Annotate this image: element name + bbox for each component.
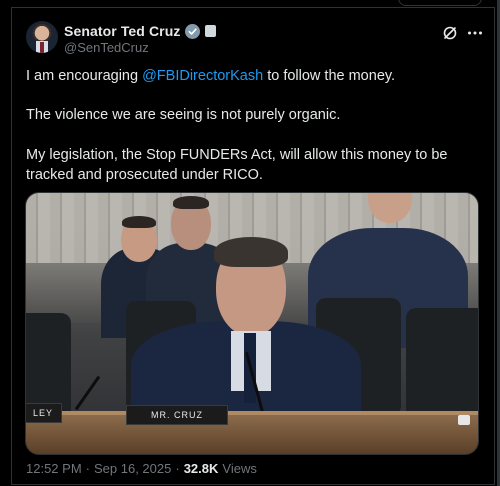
- top-tab-edge: [398, 0, 482, 6]
- mention-link[interactable]: @FBIDirectorKash: [142, 68, 263, 84]
- post-text-paragraph-2: The violence we are seeing is not purely…: [26, 107, 341, 123]
- author-handle[interactable]: @SenTedCruz: [64, 40, 149, 55]
- grok-icon[interactable]: [441, 24, 459, 42]
- author-name[interactable]: Senator Ted Cruz: [64, 23, 180, 39]
- more-options-icon[interactable]: [466, 24, 484, 42]
- author-name-row: Senator Ted Cruz: [64, 22, 217, 40]
- views-label: Views: [222, 461, 257, 476]
- post-text-paragraph-1: I am encouraging @FBIDirectorKash to fol…: [26, 66, 466, 86]
- hearing-desk: [26, 415, 478, 454]
- meta-separator: ·: [85, 461, 90, 476]
- post-text-p1-prefix: I am encouraging: [26, 68, 143, 84]
- nameplate-main: MR. CRUZ: [126, 405, 228, 425]
- post-metadata: 12:52 PM · Sep 16, 2025 · 32.8K Views: [26, 461, 257, 476]
- avatar-tie: [40, 42, 44, 53]
- post-text-p3-line1: My legislation, the Stop FUNDERs Act, wi…: [26, 147, 448, 163]
- post-text-paragraph-3: My legislation, the Stop FUNDERs Act, wi…: [26, 145, 466, 185]
- chair-far-right: [406, 308, 478, 418]
- meta-separator: ·: [175, 461, 180, 476]
- government-badge-icon: [205, 25, 217, 37]
- post-media-image[interactable]: LEY MR. CRUZ: [25, 192, 479, 455]
- microphone-left: [74, 375, 101, 411]
- views-count[interactable]: 32.8K: [184, 461, 219, 476]
- nameplate-left: LEY: [26, 403, 62, 423]
- verified-badge-icon: [185, 23, 201, 39]
- post-date[interactable]: Sep 16, 2025: [94, 461, 171, 476]
- author-avatar[interactable]: [26, 21, 58, 53]
- post-text-p3-line2: tracked and prosecuted under RICO.: [26, 167, 263, 183]
- water-cup: [458, 415, 470, 425]
- post-text-p1-suffix: to follow the money.: [263, 68, 396, 84]
- post-time[interactable]: 12:52 PM: [26, 461, 82, 476]
